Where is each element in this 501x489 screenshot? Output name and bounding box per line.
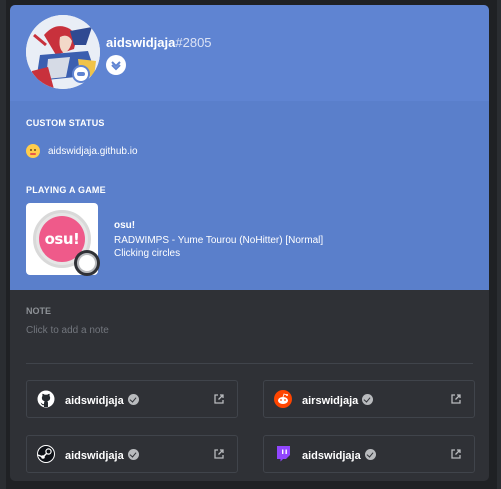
reddit-icon: [274, 390, 292, 408]
discriminator-text: #2805: [175, 35, 212, 50]
osu-logo-text: osu!: [44, 230, 80, 248]
custom-status: aidswidjaja.github.io: [26, 142, 138, 160]
verified-check-icon: [364, 449, 376, 460]
steam-icon: [37, 445, 55, 463]
external-link-icon[interactable]: [213, 448, 225, 460]
connected-account-twitch[interactable]: aidswidjaja: [263, 435, 475, 473]
username-text: aidswidjaja: [106, 35, 176, 50]
connected-account-steam[interactable]: aidswidjaja: [26, 435, 238, 473]
game-small-image: [74, 250, 100, 276]
background-edge-right: [497, 0, 501, 489]
external-link-icon[interactable]: [450, 393, 462, 405]
verified-check-icon: [127, 394, 139, 405]
custom-status-label: CUSTOM STATUS: [26, 118, 105, 128]
background-edge-left: [0, 0, 6, 489]
twitch-icon: [277, 446, 290, 462]
note-input[interactable]: [26, 322, 473, 338]
game-name: osu!: [114, 220, 136, 231]
account-username: airswidjaja: [302, 393, 374, 407]
hypesquad-badge-icon[interactable]: [106, 55, 126, 75]
game-state-line: Clicking circles: [114, 248, 181, 259]
profile-header: aidswidjaja#2805: [10, 5, 489, 101]
account-username: aidswidjaja: [65, 448, 139, 462]
circle-icon: [77, 253, 97, 273]
account-username: aidswidjaja: [65, 393, 139, 407]
custom-status-text: aidswidjaja.github.io: [48, 145, 138, 157]
connected-account-github[interactable]: aidswidjaja: [26, 380, 238, 418]
playing-game-label: PLAYING A GAME: [26, 185, 106, 195]
game-details-line: RADWIMPS - Yume Tourou (NoHitter) [Norma…: [114, 235, 324, 246]
connected-account-reddit[interactable]: airswidjaja: [263, 380, 475, 418]
section-divider: [26, 363, 473, 364]
dnd-status-icon: [72, 65, 90, 83]
profile-username: aidswidjaja#2805: [106, 35, 212, 50]
verified-check-icon: [362, 394, 374, 405]
user-profile-modal: aidswidjaja#2805 CUSTOM STATUS aidswidja…: [10, 5, 489, 481]
verified-check-icon: [127, 449, 139, 460]
external-link-icon[interactable]: [213, 393, 225, 405]
game-details: RADWIMPS - Yume Tourou (NoHitter) [Norma…: [114, 234, 323, 260]
external-link-icon[interactable]: [450, 448, 462, 460]
pouting-face-icon: [26, 144, 40, 158]
github-icon: [37, 390, 55, 408]
note-label: NOTE: [26, 306, 52, 316]
account-username: aidswidjaja: [302, 448, 376, 462]
